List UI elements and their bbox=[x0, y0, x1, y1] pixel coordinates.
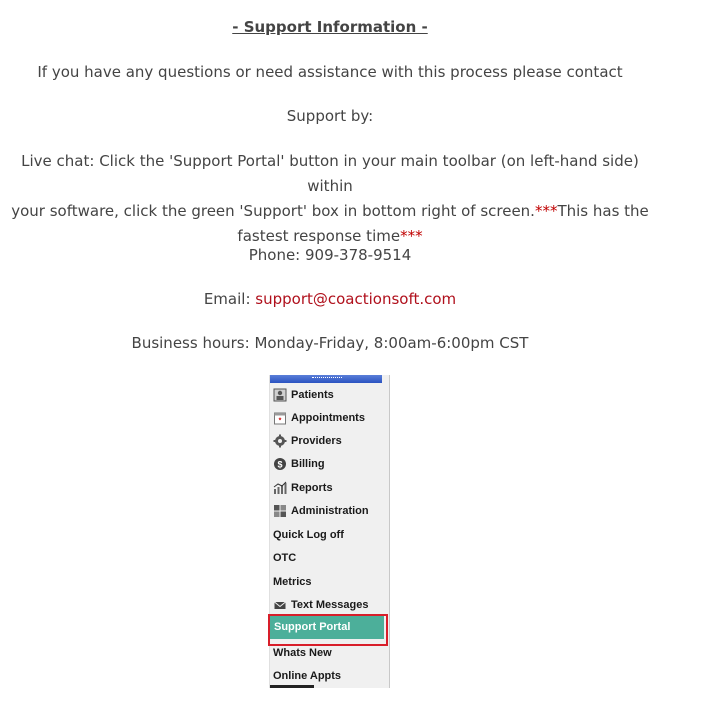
support-title: - Support Information - bbox=[232, 18, 428, 36]
svg-text:*: * bbox=[279, 418, 282, 425]
chart-icon bbox=[273, 481, 287, 494]
menu-item-label: OTC bbox=[273, 552, 297, 564]
support-by-text: Support by: bbox=[286, 107, 374, 125]
menu-item-online-appts[interactable]: Online Appts bbox=[273, 666, 341, 686]
menu-item-providers[interactable]: Providers bbox=[273, 431, 342, 451]
menu-header-bar bbox=[270, 375, 382, 383]
menu-item-quick-log-off[interactable]: Quick Log off bbox=[273, 525, 344, 545]
live-chat-line-2: your software, click the green 'Support'… bbox=[11, 202, 535, 220]
menu-item-label: Quick Log off bbox=[273, 529, 344, 541]
menu-item-label: Patients bbox=[291, 389, 334, 401]
menu-item-label: Administration bbox=[291, 505, 369, 517]
appointments-icon: * bbox=[274, 412, 286, 425]
email-line: Email: support@coactionsoft.com bbox=[0, 287, 660, 312]
menu-item-appointments[interactable]: * Appointments bbox=[273, 408, 365, 428]
menu-item-label: Reports bbox=[291, 482, 333, 494]
menu-item-whats-new[interactable]: Whats New bbox=[273, 643, 332, 663]
patients-icon bbox=[273, 388, 287, 402]
intro-text: If you have any questions or need assist… bbox=[37, 63, 623, 81]
menu-item-label: Providers bbox=[291, 435, 342, 447]
live-chat-paragraph: Live chat: Click the 'Support Portal' bu… bbox=[0, 149, 660, 249]
menu-item-reports[interactable]: Reports bbox=[273, 478, 333, 498]
asterisks-start: *** bbox=[534, 202, 558, 220]
menu-item-otc[interactable]: OTC bbox=[273, 548, 296, 568]
menu-item-patients[interactable]: Patients bbox=[273, 385, 334, 405]
menu-item-label: Text Messages bbox=[291, 599, 369, 611]
menu-item-administration[interactable]: Administration bbox=[273, 501, 369, 521]
menu-grip[interactable] bbox=[312, 377, 342, 381]
menu-item-billing[interactable]: $ Billing bbox=[273, 454, 325, 474]
billing-icon: $ bbox=[274, 458, 286, 470]
business-hours-text: Business hours: Monday-Friday, 8:00am-6:… bbox=[131, 334, 529, 352]
live-chat-line-1: Live chat: Click the 'Support Portal' bu… bbox=[21, 152, 639, 195]
menu-bottom-bar bbox=[270, 685, 314, 688]
envelope-icon bbox=[274, 601, 286, 609]
phone-text: Phone: 909-378-9514 bbox=[248, 246, 412, 264]
email-link[interactable]: support@coactionsoft.com bbox=[255, 290, 456, 308]
menu-item-label: Metrics bbox=[273, 576, 312, 588]
svg-text:$: $ bbox=[277, 460, 282, 470]
menu-item-label: Online Appts bbox=[273, 670, 342, 682]
menu-item-metrics[interactable]: Metrics bbox=[273, 572, 312, 592]
menu-item-label: Billing bbox=[291, 458, 325, 470]
menu-item-text-messages[interactable]: Text Messages bbox=[273, 595, 368, 615]
live-chat-line-2-end: This has the bbox=[557, 202, 649, 220]
support-portal-highlight bbox=[268, 614, 388, 646]
menu-item-label: Appointments bbox=[291, 412, 365, 424]
menu-item-label: Whats New bbox=[273, 647, 332, 659]
admin-icon bbox=[274, 505, 286, 517]
email-label: Email: bbox=[203, 290, 256, 308]
gear-icon bbox=[273, 434, 287, 448]
